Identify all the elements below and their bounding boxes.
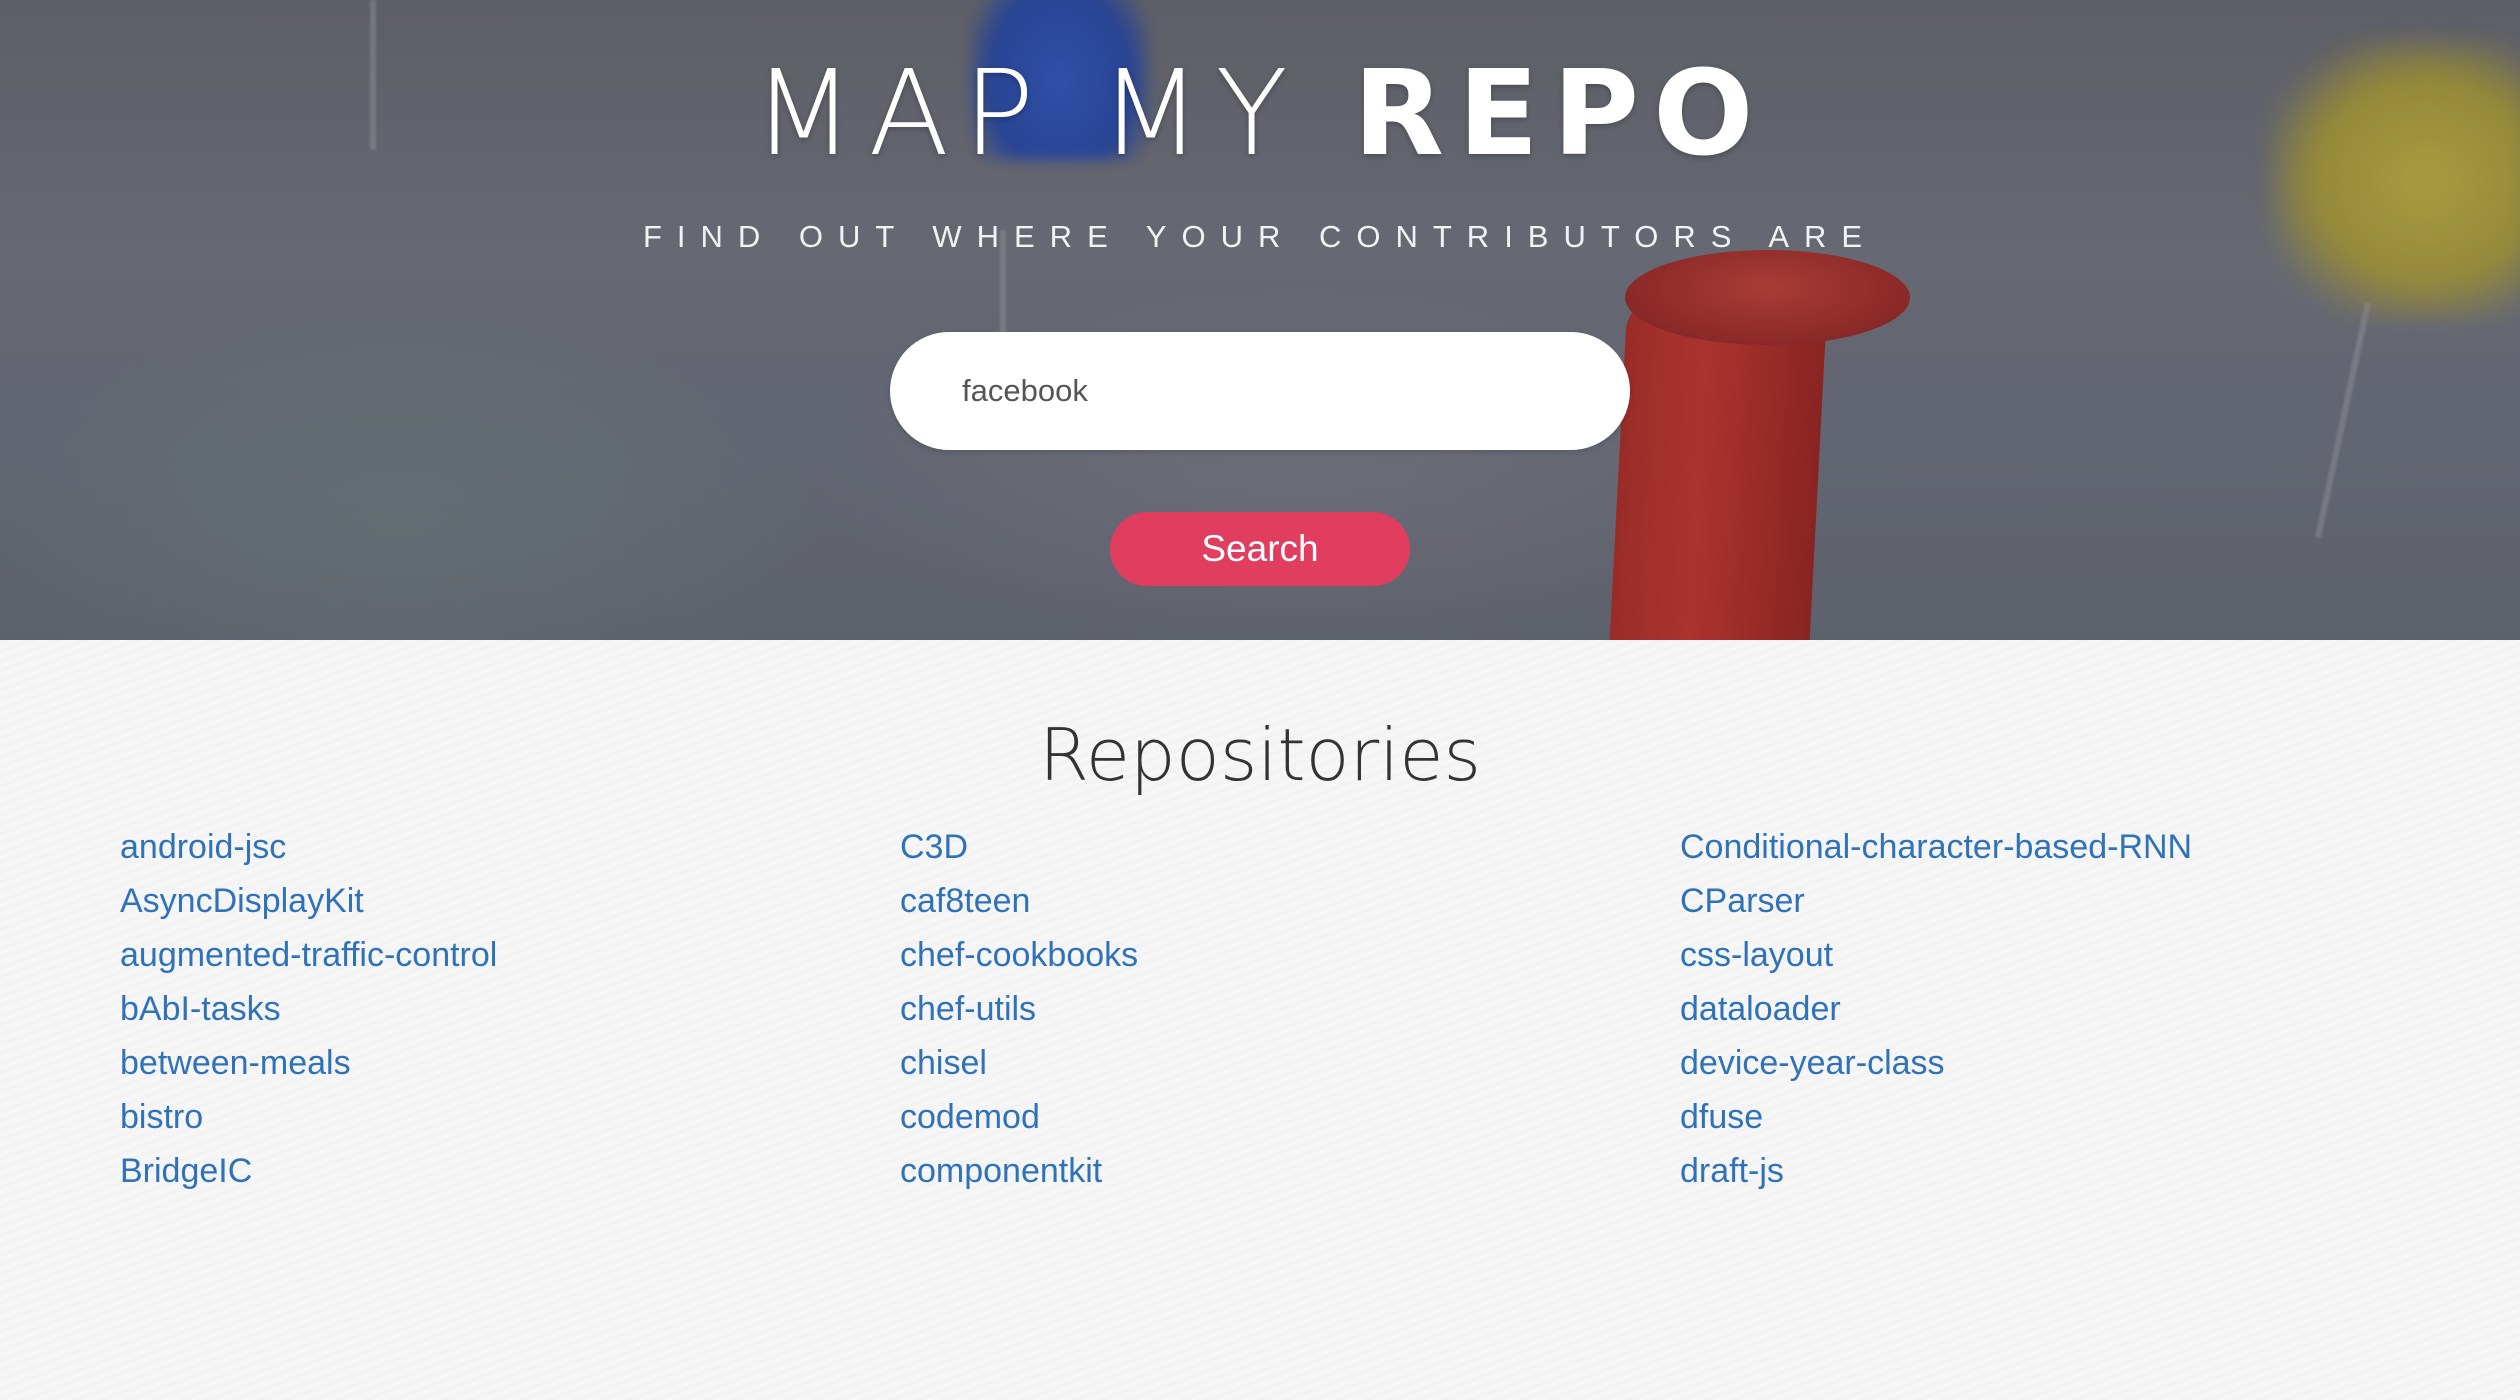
- list-item: AsyncDisplayKit: [120, 874, 497, 928]
- list-item: BridgeIC: [120, 1144, 497, 1198]
- list-item: draft-js: [1680, 1144, 2192, 1198]
- list-item: componentkit: [900, 1144, 1138, 1198]
- repo-link[interactable]: dfuse: [1680, 1098, 1763, 1136]
- repo-link[interactable]: android-jsc: [120, 828, 286, 866]
- list-item: CParser: [1680, 874, 2192, 928]
- repo-link[interactable]: caf8teen: [900, 882, 1030, 920]
- repo-link[interactable]: chef-cookbooks: [900, 936, 1138, 974]
- repo-link[interactable]: between-meals: [120, 1044, 351, 1082]
- page: MAP MY REPO FIND OUT WHERE YOUR CONTRIBU…: [0, 0, 2520, 1400]
- list-item: chef-utils: [900, 982, 1138, 1036]
- repo-link[interactable]: C3D: [900, 828, 968, 866]
- list-item: css-layout: [1680, 928, 2192, 982]
- list-item: caf8teen: [900, 874, 1138, 928]
- repo-list-column-1: android-jsc AsyncDisplayKit augmented-tr…: [120, 820, 497, 1198]
- repo-link[interactable]: AsyncDisplayKit: [120, 882, 364, 920]
- list-item: Conditional-character-based-RNN: [1680, 820, 2192, 874]
- site-title-bold: REPO: [1353, 44, 1768, 182]
- site-title-light: MAP MY: [752, 44, 1354, 182]
- repo-link[interactable]: dataloader: [1680, 990, 1841, 1028]
- repo-link[interactable]: componentkit: [900, 1152, 1102, 1190]
- list-item: C3D: [900, 820, 1138, 874]
- repo-link[interactable]: augmented-traffic-control: [120, 936, 497, 974]
- repo-link[interactable]: css-layout: [1680, 936, 1833, 974]
- repo-link[interactable]: BridgeIC: [120, 1152, 252, 1190]
- repo-link[interactable]: draft-js: [1680, 1152, 1784, 1190]
- list-item: bAbI-tasks: [120, 982, 497, 1036]
- repo-link[interactable]: chisel: [900, 1044, 987, 1082]
- repo-link[interactable]: device-year-class: [1680, 1044, 1945, 1082]
- repo-link[interactable]: chef-utils: [900, 990, 1036, 1028]
- site-title: MAP MY REPO: [0, 38, 2520, 188]
- list-item: bistro: [120, 1090, 497, 1144]
- repo-link[interactable]: codemod: [900, 1098, 1040, 1136]
- search-button[interactable]: Search: [1110, 512, 1410, 586]
- repo-link[interactable]: bAbI-tasks: [120, 990, 281, 1028]
- repo-list-column-2: C3D caf8teen chef-cookbooks chef-utils c…: [900, 820, 1138, 1198]
- section-title: Repositories: [1038, 713, 1482, 797]
- list-item: device-year-class: [1680, 1036, 2192, 1090]
- list-item: chef-cookbooks: [900, 928, 1138, 982]
- repo-link[interactable]: Conditional-character-based-RNN: [1680, 828, 2192, 866]
- repositories-section: Repositories android-jsc AsyncDisplayKit…: [0, 640, 2520, 1400]
- repo-list-column-3: Conditional-character-based-RNN CParser …: [1680, 820, 2192, 1198]
- list-item: codemod: [900, 1090, 1138, 1144]
- site-tagline: FIND OUT WHERE YOUR CONTRIBUTORS ARE: [642, 219, 1878, 254]
- list-item: augmented-traffic-control: [120, 928, 497, 982]
- list-item: dfuse: [1680, 1090, 2192, 1144]
- hero-banner: MAP MY REPO FIND OUT WHERE YOUR CONTRIBU…: [0, 0, 2520, 640]
- repo-link[interactable]: CParser: [1680, 882, 1805, 920]
- repo-link[interactable]: bistro: [120, 1098, 203, 1136]
- list-item: chisel: [900, 1036, 1138, 1090]
- search-input[interactable]: [890, 332, 1630, 450]
- list-item: android-jsc: [120, 820, 497, 874]
- list-item: dataloader: [1680, 982, 2192, 1036]
- list-item: between-meals: [120, 1036, 497, 1090]
